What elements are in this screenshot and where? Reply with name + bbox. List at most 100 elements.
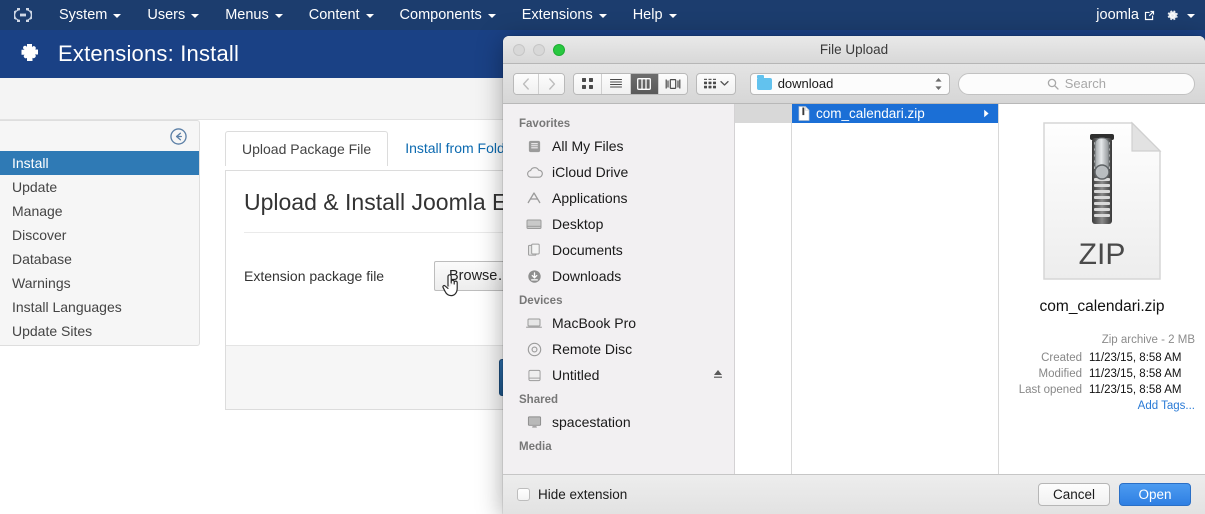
sidebar-item-label: Update xyxy=(12,179,58,195)
preview-kind: Zip archive - 2 MB xyxy=(1101,334,1195,346)
laptop-icon xyxy=(525,317,543,329)
sidebar-group-title: Shared xyxy=(519,394,558,406)
site-name-label: joomla xyxy=(1096,7,1139,23)
icon-view-button[interactable] xyxy=(574,73,603,94)
arrange-by-button[interactable] xyxy=(695,72,736,95)
cancel-button[interactable]: Cancel xyxy=(1038,483,1110,506)
arrange-grid-icon xyxy=(703,78,716,88)
downloads-icon xyxy=(525,269,543,284)
sidebar-item-database[interactable]: Database xyxy=(0,247,199,271)
coverflow-view-button[interactable] xyxy=(658,73,687,94)
sidebar-item-documents[interactable]: Documents xyxy=(503,237,734,263)
sidebar-item-spacestation[interactable]: spacestation xyxy=(503,409,734,435)
zip-archive-icon: ZIP xyxy=(1043,121,1162,280)
all-my-files-icon xyxy=(525,139,543,154)
menu-item-system[interactable]: System xyxy=(46,0,134,30)
sidebar-item-update-sites[interactable]: Update Sites xyxy=(0,319,199,343)
hide-extension-checkbox[interactable]: Hide extension xyxy=(517,487,627,502)
chevron-down-icon xyxy=(113,14,122,18)
menu-label: Content xyxy=(308,7,360,23)
admin-settings-button[interactable] xyxy=(1165,8,1195,23)
eject-icon[interactable] xyxy=(712,367,724,383)
sidebar-group-title: Devices xyxy=(519,295,563,307)
sidebar-item-label: Remote Disc xyxy=(552,341,633,357)
chevron-down-icon xyxy=(598,14,607,18)
sidebar-item-label: Documents xyxy=(552,242,623,258)
sidebar-item-label: iCloud Drive xyxy=(552,164,629,180)
menu-item-components[interactable]: Components xyxy=(387,0,509,30)
dialog-footer: Hide extension Cancel Open xyxy=(503,474,1205,514)
sidebar-item-downloads[interactable]: Downloads xyxy=(503,263,734,289)
search-input[interactable]: Search xyxy=(957,72,1195,95)
sidebar-item-install-languages[interactable]: Install Languages xyxy=(0,295,199,319)
dialog-title-bar[interactable]: File Upload xyxy=(503,36,1205,64)
menu-label: Extensions xyxy=(521,7,593,23)
pointing-hand-cursor xyxy=(441,272,463,303)
menu-label: System xyxy=(59,7,108,23)
chevron-left-icon xyxy=(522,77,529,90)
sidebar-item-icloud-drive[interactable]: iCloud Drive xyxy=(503,159,734,185)
preview-metadata: Zip archive - 2 MB Created 11/23/15, 8:5… xyxy=(1009,334,1195,412)
extension-package-file-label: Extension package file xyxy=(244,268,385,284)
zip-file-icon xyxy=(798,106,810,121)
add-tags-link[interactable]: Add Tags... xyxy=(1009,400,1195,412)
sidebar-item-label: Install xyxy=(12,155,49,171)
forward-button[interactable] xyxy=(539,73,565,94)
page-title: Extensions: Install xyxy=(58,41,240,66)
menu-item-help[interactable]: Help xyxy=(620,0,690,30)
menu-item-extensions[interactable]: Extensions xyxy=(509,0,620,30)
column-view-button[interactable] xyxy=(630,73,659,94)
extensions-sidebar: Install Update Manage Discover Database … xyxy=(0,120,200,346)
sidebar-item-label: Untitled xyxy=(552,367,600,383)
file-row[interactable]: com_calendari.zip xyxy=(792,104,998,123)
gear-icon xyxy=(1167,9,1178,20)
path-popup-button[interactable]: download xyxy=(749,72,950,95)
chevron-down-icon xyxy=(720,80,729,86)
sidebar-item-label: All My Files xyxy=(552,138,624,154)
back-button[interactable] xyxy=(514,73,540,94)
tab-upload-package-file[interactable]: Upload Package File xyxy=(225,131,389,166)
joomla-logo-icon[interactable] xyxy=(0,6,46,24)
search-icon xyxy=(1047,78,1059,90)
sidebar-item-label: spacestation xyxy=(552,414,631,430)
collapse-left-icon[interactable] xyxy=(170,127,187,145)
sidebar-item-applications[interactable]: Applications xyxy=(503,185,734,211)
display-icon xyxy=(525,415,543,429)
chevron-down-icon xyxy=(487,14,496,18)
search-placeholder: Search xyxy=(1064,76,1106,91)
sidebar-item-warnings[interactable]: Warnings xyxy=(0,271,199,295)
sidebar-item-label: Install Languages xyxy=(12,299,122,315)
sidebar-item-manage[interactable]: Manage xyxy=(0,199,199,223)
disclosure-triangle-icon[interactable] xyxy=(983,106,990,121)
sidebar-item-untitled[interactable]: Untitled xyxy=(503,362,734,388)
sidebar-item-label: MacBook Pro xyxy=(552,315,637,331)
open-button[interactable]: Open xyxy=(1119,483,1191,506)
preview-filename: com_calendari.zip xyxy=(1039,298,1165,315)
visit-site-link[interactable]: joomla xyxy=(1096,7,1155,23)
tab-label: Install from Folder xyxy=(405,140,518,156)
menu-item-menus[interactable]: Menus xyxy=(212,0,296,30)
sidebar-item-discover[interactable]: Discover xyxy=(0,223,199,247)
sidebar-item-all-my-files[interactable]: All My Files xyxy=(503,133,734,159)
extensions-nav-list: Install Update Manage Discover Database … xyxy=(0,151,199,343)
sidebar-item-macbook-pro[interactable]: MacBook Pro xyxy=(503,310,734,336)
sidebar-item-label: Downloads xyxy=(552,268,622,284)
menu-item-users[interactable]: Users xyxy=(134,0,212,30)
meta-value: 11/23/15, 8:58 AM xyxy=(1089,368,1182,380)
finder-column-files: com_calendari.zip xyxy=(792,104,999,474)
sidebar-item-label: Manage xyxy=(12,203,63,219)
sidebar-item-update[interactable]: Update xyxy=(0,175,199,199)
meta-key: Last opened xyxy=(1018,384,1082,396)
chevron-down-icon xyxy=(365,14,374,18)
finder-preview-pane: ZIP com_calendari.zip Zip archive - 2 MB… xyxy=(999,104,1205,474)
sidebar-item-desktop[interactable]: Desktop xyxy=(503,211,734,237)
folder-icon xyxy=(756,74,772,90)
menu-item-content[interactable]: Content xyxy=(296,0,387,30)
list-view-button[interactable] xyxy=(602,73,631,94)
sidebar-item-install[interactable]: Install xyxy=(0,151,199,175)
finder-column-parent[interactable] xyxy=(735,104,792,474)
sidebar-item-remote-disc[interactable]: Remote Disc xyxy=(503,336,734,362)
chevron-down-icon xyxy=(274,14,283,18)
parent-folder-row[interactable] xyxy=(735,104,791,123)
dialog-actions: Cancel Open xyxy=(1038,483,1191,506)
